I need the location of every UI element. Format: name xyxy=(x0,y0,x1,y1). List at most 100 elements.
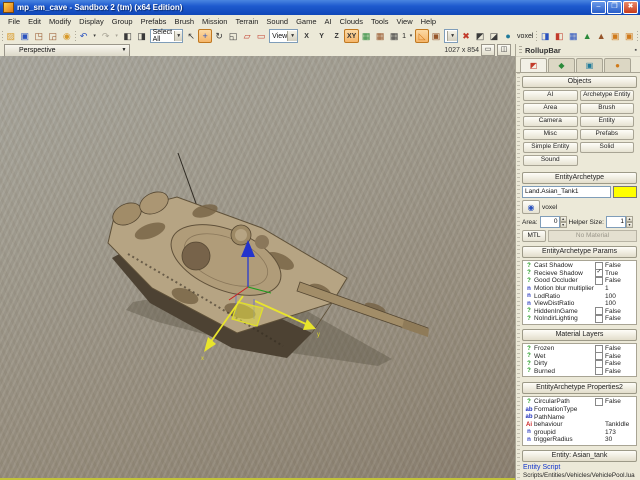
close-button[interactable]: ✖ xyxy=(623,1,638,14)
toolbar-grip[interactable] xyxy=(74,30,76,42)
menu-item[interactable]: Group xyxy=(108,17,137,26)
object-type-button[interactable]: AI xyxy=(523,90,578,101)
menu-item[interactable]: View xyxy=(393,17,417,26)
material-icon[interactable]: ▣ xyxy=(429,29,443,43)
helper-size-stepper[interactable]: 1 ▲ ▼ xyxy=(605,216,633,228)
select-area-icon[interactable]: ▭ xyxy=(254,29,268,43)
window-icon[interactable]: ◫ xyxy=(497,44,511,56)
object-type-button[interactable]: Entity xyxy=(579,116,634,127)
viewport-mode-combo[interactable]: Perspective ▼ xyxy=(4,43,130,57)
color-swatch[interactable] xyxy=(613,186,637,198)
grid-dropdown-icon[interactable]: ▾ xyxy=(407,29,415,43)
params-rollup-header[interactable]: EntityArchetype Params xyxy=(522,246,637,258)
object-type-button[interactable]: Archetype Entity xyxy=(579,90,634,101)
minimize-button[interactable]: – xyxy=(591,1,606,14)
menu-item[interactable]: Help xyxy=(417,17,440,26)
unlink-icon[interactable]: ◨ xyxy=(135,29,149,43)
object-type-button[interactable]: Simple Entity xyxy=(523,142,578,153)
maximize-button[interactable]: ❐ xyxy=(607,1,622,14)
rollup-tab-layers-icon[interactable]: ● xyxy=(604,58,631,72)
toolbar-grip[interactable] xyxy=(536,30,538,42)
menu-item[interactable]: AI xyxy=(321,17,336,26)
objects-rollup-header[interactable]: Objects xyxy=(522,76,637,88)
gizmo-x-arrowhead[interactable] xyxy=(204,337,216,352)
hide-selection-icon[interactable]: ◪ xyxy=(487,29,501,43)
layer-combo[interactable]: ▼ xyxy=(444,29,459,43)
texture-2-icon[interactable]: ▣ xyxy=(622,29,636,43)
redo-icon[interactable]: ↷ xyxy=(99,29,113,43)
property-checkbox[interactable] xyxy=(595,367,603,376)
properties2-rollup-header[interactable]: EntityArchetype Properties2 xyxy=(522,382,637,395)
menu-item[interactable]: Edit xyxy=(24,17,45,26)
terrain-paint-icon[interactable]: ▦ xyxy=(359,29,373,43)
property-value[interactable]: False xyxy=(595,314,635,323)
ruler-triangle-icon[interactable]: ◺ xyxy=(415,29,430,43)
menu-item[interactable]: Prefabs xyxy=(137,17,171,26)
menu-item[interactable]: Clouds xyxy=(336,17,367,26)
axis-constraint-button[interactable]: Z xyxy=(329,29,344,43)
spin-down-icon[interactable]: ▼ xyxy=(559,222,567,228)
area-stepper[interactable]: 0 ▲ ▼ xyxy=(539,216,567,228)
material-layers-rollup-header[interactable]: Material Layers xyxy=(522,328,637,341)
chevron-down-icon[interactable]: ▼ xyxy=(287,31,298,41)
globe-icon[interactable]: ● xyxy=(501,29,515,43)
vegetation-icon[interactable]: ▲ xyxy=(580,29,594,43)
terrain-texture-icon[interactable]: ▲ xyxy=(594,29,608,43)
database-icon[interactable]: ◧ xyxy=(552,29,566,43)
axis-constraint-button[interactable]: Y xyxy=(314,29,329,43)
open-icon[interactable]: ▨ xyxy=(4,29,18,43)
save-icon[interactable]: ▣ xyxy=(18,29,32,43)
object-type-button[interactable]: Misc xyxy=(523,129,578,140)
select-icon[interactable]: ↖ xyxy=(184,29,198,43)
menu-item[interactable]: Game xyxy=(292,17,320,26)
object-type-button[interactable]: Brush xyxy=(579,103,634,114)
pin-icon[interactable]: ▪ xyxy=(635,47,637,54)
menu-item[interactable]: Brush xyxy=(170,17,198,26)
undo-dropdown-icon[interactable]: ▾ xyxy=(91,29,99,43)
entity-rollup-header[interactable]: Entity: Asian_tank xyxy=(522,449,637,462)
menu-item[interactable]: File xyxy=(4,17,24,26)
select-all-combo[interactable]: Select All ▼ xyxy=(149,29,184,43)
terrain-modify-icon[interactable]: ▦ xyxy=(373,29,387,43)
rotate-icon[interactable]: ↻ xyxy=(212,29,226,43)
property-value[interactable]: False xyxy=(595,367,635,376)
scale-icon[interactable]: ◱ xyxy=(226,29,240,43)
object-type-button[interactable]: Prefabs xyxy=(579,129,634,140)
spin-down-icon[interactable]: ▼ xyxy=(625,222,633,228)
object-type-button[interactable]: Camera xyxy=(523,116,578,127)
rollup-tab-display-icon[interactable]: ▣ xyxy=(576,58,603,72)
menu-item[interactable]: Mission xyxy=(198,17,231,26)
menu-item[interactable]: Terrain xyxy=(231,17,262,26)
object-type-button[interactable]: Solid xyxy=(579,142,634,153)
entity-archetype-rollup-header[interactable]: EntityArchetype xyxy=(522,172,637,184)
archetype-name-field[interactable]: Land.Asian_Tank1 xyxy=(522,186,611,198)
layer-export-icon[interactable]: ◨ xyxy=(538,29,552,43)
menu-item[interactable]: Tools xyxy=(367,17,393,26)
toolbar-grip[interactable] xyxy=(637,30,639,42)
monitor-icon[interactable]: ▭ xyxy=(481,44,495,56)
view-combo[interactable]: View ▼ xyxy=(269,29,299,43)
export-selected-icon[interactable]: ◲ xyxy=(46,29,60,43)
undo-icon[interactable]: ↶ xyxy=(77,29,91,43)
freeze-selection-icon[interactable]: ◩ xyxy=(473,29,487,43)
menu-item[interactable]: Modify xyxy=(45,17,75,26)
link-icon[interactable]: ◧ xyxy=(121,29,135,43)
texture-1-icon[interactable]: ▣ xyxy=(608,29,622,43)
rollup-tab-terrain-icon[interactable]: ◆ xyxy=(548,58,575,72)
key-icon[interactable]: ◉ xyxy=(60,29,74,43)
property-checkbox[interactable] xyxy=(595,314,603,323)
panel-grip[interactable] xyxy=(519,45,522,55)
chevron-down-icon[interactable]: ▼ xyxy=(174,31,183,41)
redo-dropdown-icon[interactable]: ▾ xyxy=(113,29,121,43)
chevron-down-icon[interactable]: ▼ xyxy=(119,47,129,53)
property-value[interactable]: 30 xyxy=(595,436,635,444)
axis-constraint-button[interactable]: X xyxy=(299,29,314,43)
chevron-down-icon[interactable]: ▼ xyxy=(447,31,458,41)
menu-item[interactable]: Display xyxy=(75,17,108,26)
select-object-icon[interactable]: ▱ xyxy=(240,29,254,43)
snap-grid-icon[interactable]: ▦ xyxy=(387,29,401,43)
clear-selection-icon[interactable]: ✖ xyxy=(459,29,473,43)
export-icon[interactable]: ◳ xyxy=(32,29,46,43)
archetype-icon[interactable]: ◉ xyxy=(522,200,540,214)
object-type-button[interactable]: Area xyxy=(523,103,578,114)
